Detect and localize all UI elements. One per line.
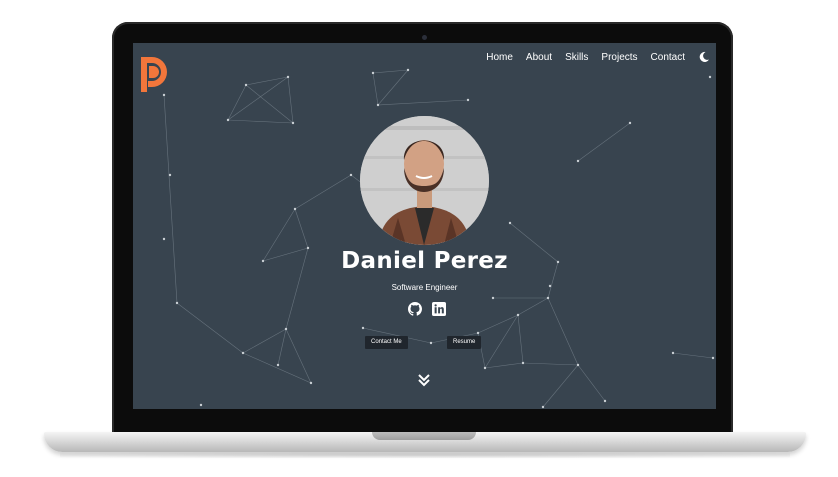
double-chevron-down-icon[interactable] [416,372,432,388]
hero-title: Software Engineer [391,283,458,292]
nav-link-skills[interactable]: Skills [565,52,588,63]
laptop-shadow [60,452,790,458]
nav-link-about[interactable]: About [526,52,552,63]
resume-button[interactable]: Resume [447,336,482,349]
github-icon[interactable] [408,302,422,316]
nav-link-contact[interactable]: Contact [651,52,685,63]
laptop-screen: Home About Skills Projects Contact Danie… [133,43,716,409]
webcam [422,35,427,40]
nav-link-projects[interactable]: Projects [601,52,637,63]
moon-icon[interactable] [698,51,710,63]
hero-name: Daniel Perez [341,248,508,274]
linkedin-icon[interactable] [432,302,446,316]
nav-link-home[interactable]: Home [486,52,513,63]
contact-me-button[interactable]: Contact Me [365,336,408,349]
top-navigation: Home About Skills Projects Contact [473,51,710,63]
profile-photo [360,116,489,245]
dp-logo[interactable] [137,54,171,95]
laptop-hinge-notch [372,432,476,440]
